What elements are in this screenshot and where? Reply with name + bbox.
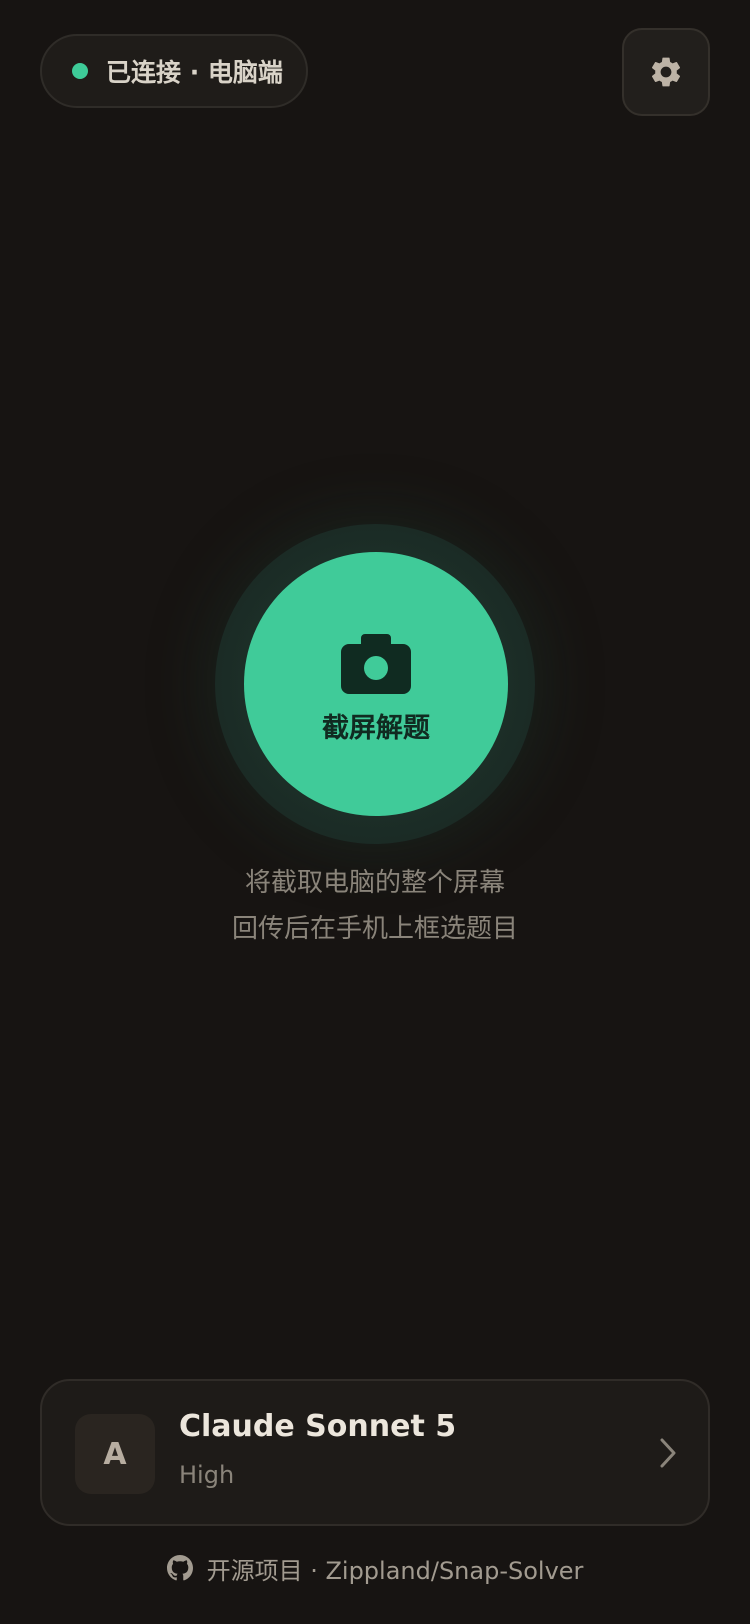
status-text: 已连接 · 电脑端 [106,58,283,87]
hint-line-1: 将截取电脑的整个屏幕 [244,868,505,898]
hint-line-2: 回传后在手机上框选题目 [231,914,518,944]
github-icon [166,1555,193,1581]
gear-icon [651,57,681,87]
model-name: Claude Sonnet 5 [179,1409,457,1444]
camera-icon [341,633,411,694]
status-dot [72,63,88,79]
capture-label: 截屏解题 [322,712,430,744]
model-avatar: A [75,1414,155,1494]
footer-link[interactable]: 开源项目 · Zippland/Snap-Solver [0,1548,750,1588]
connection-status: 已连接 · 电脑端 [40,34,308,108]
model-selector-card[interactable]: A Claude Sonnet 5 High [40,1379,710,1526]
model-level: High [179,1461,235,1489]
chevron-right-icon [660,1438,676,1468]
capture-solve-button[interactable]: 截屏解题 [244,552,508,816]
footer-text: 开源项目 · Zippland/Snap-Solver [206,1556,584,1585]
settings-button[interactable] [622,28,710,116]
